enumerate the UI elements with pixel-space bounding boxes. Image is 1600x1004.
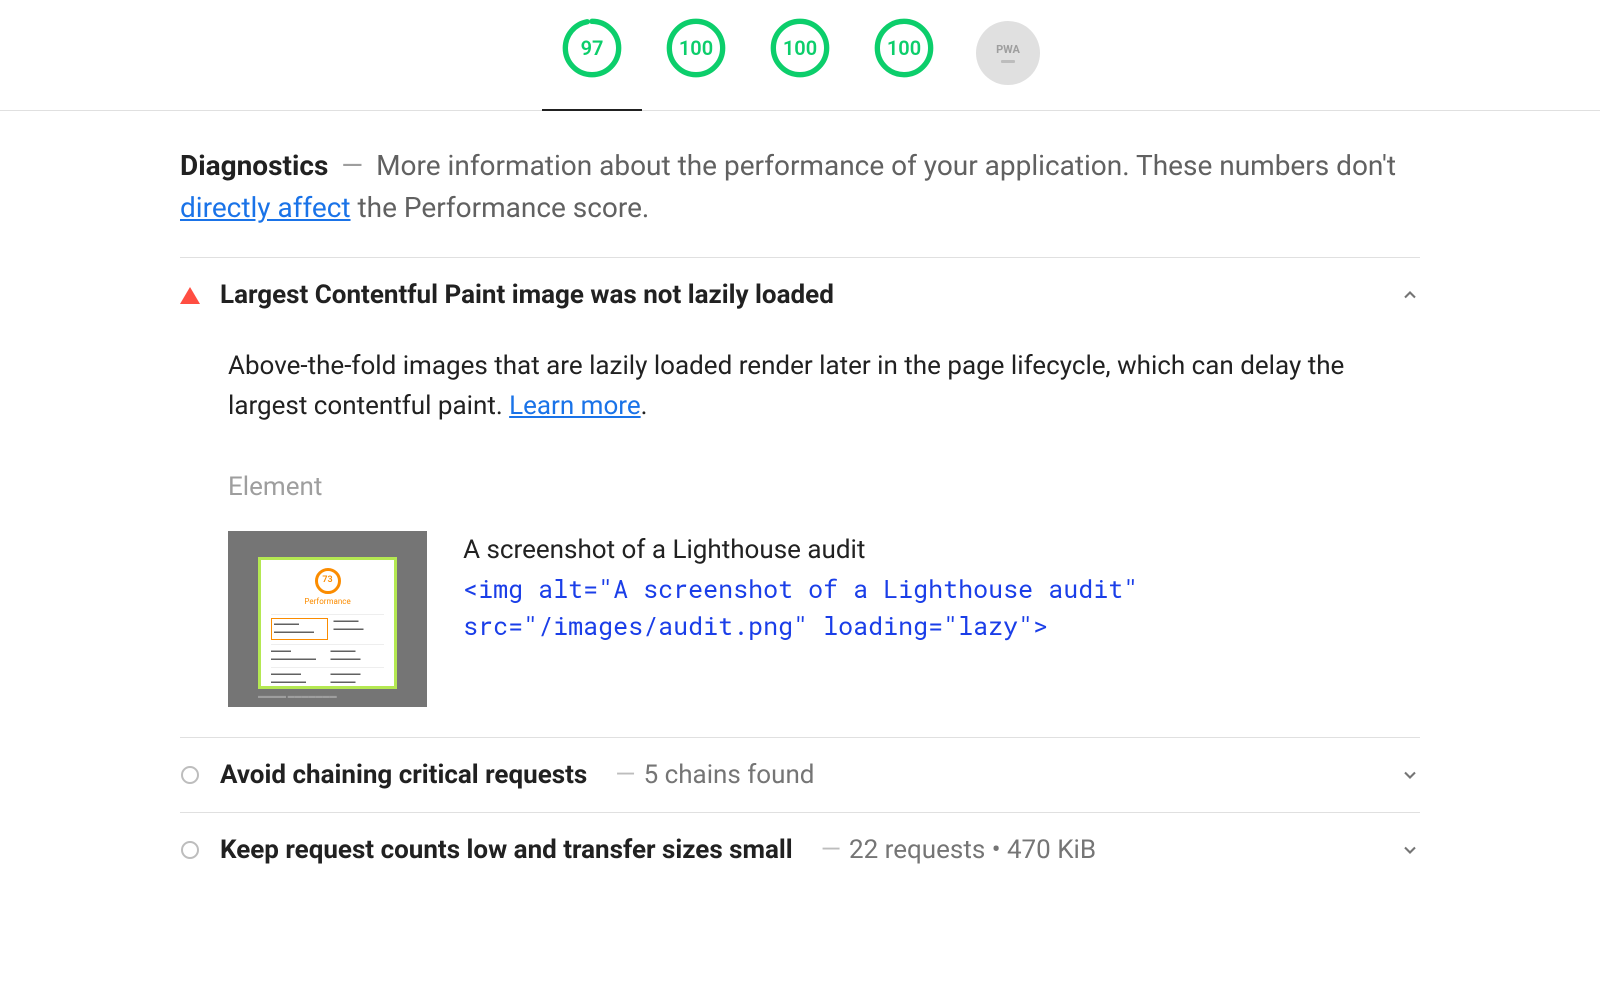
dash-separator: —	[341, 149, 363, 182]
diagnostics-title: Diagnostics	[180, 149, 328, 182]
element-code: <img alt="A screenshot of a Lighthouse a…	[463, 570, 1420, 645]
audit-lcp-body: Above-the-fold images that are lazily lo…	[180, 310, 1420, 715]
gauge-performance[interactable]: 97	[560, 16, 624, 90]
gauge-accessibility-value: 100	[679, 36, 713, 60]
diagnostics-link[interactable]: directly affect	[180, 191, 351, 224]
audit-chains-title: Avoid chaining critical requests	[220, 760, 587, 790]
learn-more-link[interactable]: Learn more	[509, 391, 641, 421]
audit-request-counts-toggle[interactable]: Keep request counts low and transfer siz…	[180, 835, 1420, 865]
gauge-seo-value: 100	[887, 36, 921, 60]
audit-requests-sub: 22 requests • 470 KiB	[849, 835, 1096, 865]
gauge-accessibility[interactable]: 100	[664, 16, 728, 90]
chevron-up-icon	[1400, 285, 1420, 305]
gauge-seo[interactable]: 100	[872, 16, 936, 90]
thumb-score: 73	[315, 568, 341, 594]
audit-requests-title: Keep request counts low and transfer siz…	[220, 835, 793, 865]
chevron-down-icon	[1400, 840, 1420, 860]
diagnostics-header: Diagnostics — More information about the…	[180, 145, 1420, 229]
element-row: 73 Performance ▬▬▬▬▬▬▬▬▬▬▬▬▬▬▬▬▬▬▬▬▬▬▬▬ …	[228, 531, 1420, 707]
info-circle-icon	[180, 840, 200, 860]
pwa-bar-icon	[1001, 60, 1015, 63]
gauge-best-practices-value: 100	[783, 36, 817, 60]
audit-critical-chains: Avoid chaining critical requests —5 chai…	[180, 737, 1420, 812]
audit-request-counts: Keep request counts low and transfer siz…	[180, 812, 1420, 887]
fail-triangle-icon	[180, 285, 200, 305]
gauge-performance-value: 97	[581, 36, 604, 60]
audit-lcp-title: Largest Contentful Paint image was not l…	[220, 280, 834, 310]
audit-lcp-description: Above-the-fold images that are lazily lo…	[228, 346, 1420, 427]
gauge-pwa[interactable]: PWA	[976, 21, 1040, 85]
element-thumbnail: 73 Performance ▬▬▬▬▬▬▬▬▬▬▬▬▬▬▬▬▬▬▬▬▬▬▬▬ …	[228, 531, 427, 707]
audit-chains-sub: 5 chains found	[644, 760, 815, 790]
audit-lcp-lazy: Largest Contentful Paint image was not l…	[180, 257, 1420, 737]
thumb-title: Performance	[271, 596, 384, 608]
diagnostics-desc-post: the Performance score.	[357, 191, 649, 224]
info-circle-icon	[180, 765, 200, 785]
chevron-down-icon	[1400, 765, 1420, 785]
pwa-label: PWA	[996, 43, 1020, 56]
diagnostics-section: Diagnostics — More information about the…	[180, 111, 1420, 887]
gauge-best-practices[interactable]: 100	[768, 16, 832, 90]
element-section-label: Element	[228, 467, 1420, 507]
element-caption: A screenshot of a Lighthouse audit	[463, 531, 1420, 570]
audit-lcp-toggle[interactable]: Largest Contentful Paint image was not l…	[180, 280, 1420, 310]
score-gauges-header: 97 100 100 100 PWA	[0, 0, 1600, 111]
element-details: A screenshot of a Lighthouse audit <img …	[463, 531, 1420, 645]
audit-critical-chains-toggle[interactable]: Avoid chaining critical requests —5 chai…	[180, 760, 1420, 790]
diagnostics-desc-pre: More information about the performance o…	[376, 149, 1396, 182]
